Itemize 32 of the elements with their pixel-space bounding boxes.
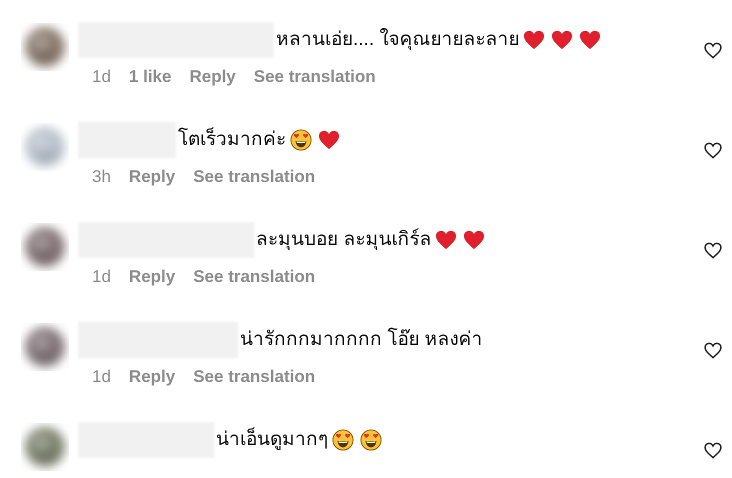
like-heart-icon[interactable] — [704, 242, 722, 259]
like-heart-icon[interactable] — [704, 142, 722, 159]
comment-text: โตเร็วมากค่ะ — [178, 126, 286, 152]
heart-emoji-icon — [318, 130, 340, 150]
heart-emoji-icon — [435, 230, 458, 250]
heart-eyes-emoji-icon — [290, 129, 312, 151]
comment-text: ละมุนบอย ละมุนเกิร์ล — [256, 227, 432, 252]
heart-emoji-icon — [579, 30, 602, 50]
heart-eyes-emoji-icon — [360, 429, 382, 451]
comment-text: น่าเอ็นดูมากๆ — [216, 426, 328, 452]
like-heart-icon[interactable] — [704, 42, 722, 59]
heart-emoji-icon — [523, 30, 546, 50]
comment-action-link[interactable]: Reply — [128, 164, 176, 190]
comment-action-link[interactable]: See translation — [193, 364, 316, 390]
heart-emoji-icon — [551, 30, 574, 50]
comment-action-link[interactable]: Reply — [189, 64, 236, 90]
comment-text: น่ารักกกมากกกก โอ๊ย หลงค่า — [240, 326, 483, 352]
comment-time: 1d — [92, 366, 111, 388]
like-heart-icon[interactable] — [704, 342, 722, 359]
comment-time: 1d — [92, 66, 111, 88]
like-heart-icon[interactable] — [704, 442, 722, 459]
comment-text: หลานเอ่ย.... ใจคุณยายละลาย — [276, 27, 520, 52]
comment-action-link[interactable]: See translation — [193, 264, 316, 290]
likes-count[interactable]: 1 like — [128, 64, 172, 90]
comment-time: 3h — [92, 166, 111, 188]
comment-time: 1d — [92, 266, 111, 288]
comment-action-link[interactable]: Reply — [128, 364, 176, 390]
comment-action-link[interactable]: See translation — [254, 64, 376, 90]
comment-action-link[interactable]: Reply — [128, 264, 176, 290]
heart-emoji-icon — [463, 230, 486, 250]
heart-eyes-emoji-icon — [332, 429, 354, 451]
comment-action-link[interactable]: See translation — [193, 164, 316, 190]
